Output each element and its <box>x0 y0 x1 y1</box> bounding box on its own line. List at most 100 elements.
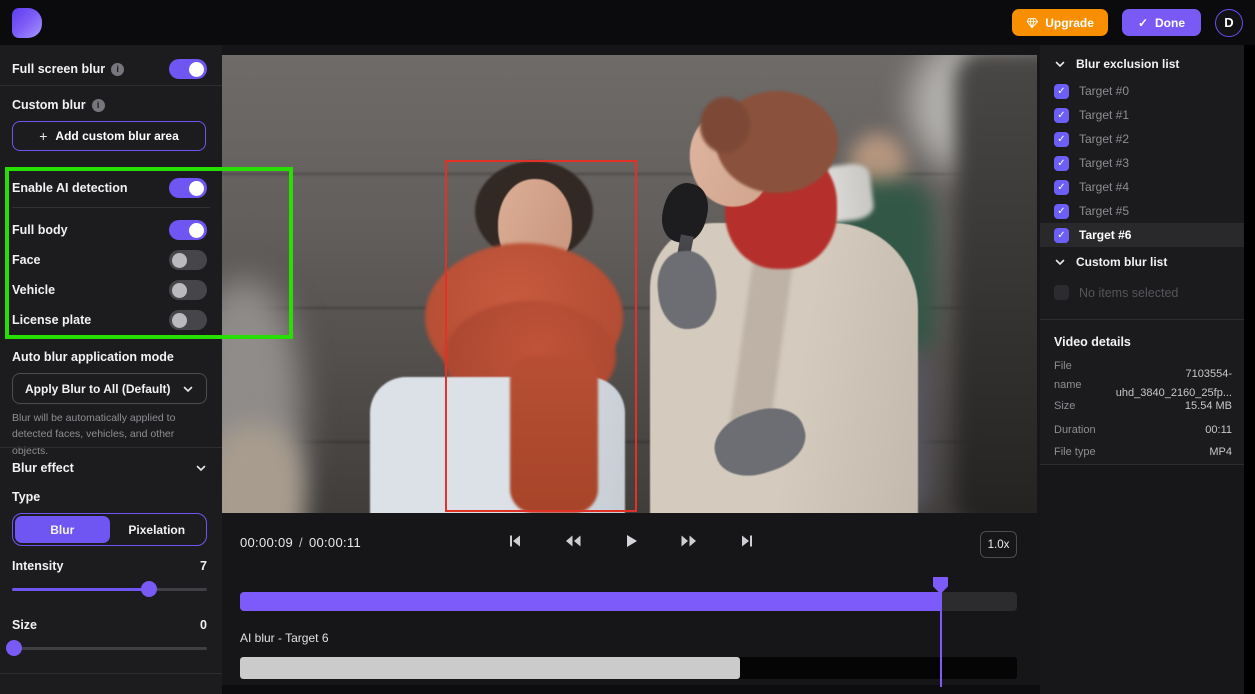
full-body-toggle[interactable] <box>169 220 207 240</box>
target-row-0[interactable]: ✓ Target #0 <box>1040 79 1244 103</box>
left-settings-panel: Full screen blur i Custom blur i + Add c… <box>0 45 222 694</box>
target-2-label: Target #2 <box>1079 132 1129 146</box>
enable-ai-detection-label: Enable AI detection <box>12 181 128 195</box>
total-time: 00:00:11 <box>309 535 361 550</box>
chevron-down-icon <box>1054 256 1066 268</box>
divider <box>0 673 222 674</box>
timeline-progress-bar[interactable] <box>240 592 1017 611</box>
target-0-checkbox[interactable]: ✓ <box>1054 84 1069 99</box>
file-type-value: MP4 <box>1209 443 1232 462</box>
license-plate-toggle[interactable] <box>169 310 207 330</box>
auto-blur-mode-dropdown[interactable]: Apply Blur to All (Default) <box>12 373 207 404</box>
target-6-label: Target #6 <box>1079 228 1131 242</box>
auto-blur-mode-selected: Apply Blur to All (Default) <box>25 382 171 396</box>
chevron-down-icon <box>195 462 207 474</box>
file-name-row: File name 7103554-uhd_3840_2160_25fp... <box>1054 357 1232 402</box>
blur-option[interactable]: Blur <box>15 516 110 543</box>
face-toggle[interactable] <box>169 250 207 270</box>
player-area: 00:00:09/00:00:11 1.0x AI blur - Target <box>222 45 1040 694</box>
target-row-1[interactable]: ✓ Target #1 <box>1040 103 1244 127</box>
playback-controls: 00:00:09/00:00:11 1.0x <box>222 525 1040 565</box>
app-logo[interactable] <box>12 8 42 38</box>
target-5-label: Target #5 <box>1079 204 1129 218</box>
target-3-label: Target #3 <box>1079 156 1129 170</box>
custom-blur-list-header[interactable]: Custom blur list <box>1054 255 1167 269</box>
skip-end-button[interactable] <box>737 531 757 551</box>
file-name-label: File name <box>1054 357 1100 394</box>
divider <box>1040 319 1244 320</box>
full-screen-blur-toggle[interactable] <box>169 59 207 79</box>
intensity-slider[interactable] <box>12 581 207 597</box>
size-label: Size <box>12 618 37 632</box>
skip-start-button[interactable] <box>505 531 525 551</box>
pixelation-option[interactable]: Pixelation <box>110 516 205 543</box>
rewind-button[interactable] <box>562 531 584 551</box>
size-value: 15.54 MB <box>1185 397 1232 416</box>
user-avatar[interactable]: D <box>1215 9 1243 37</box>
divider <box>0 447 222 448</box>
target-row-5[interactable]: ✓ Target #5 <box>1040 199 1244 223</box>
full-body-label: Full body <box>12 223 68 237</box>
target-row-2[interactable]: ✓ Target #2 <box>1040 127 1244 151</box>
blur-exclusion-list-header[interactable]: Blur exclusion list <box>1054 57 1179 71</box>
full-body-row: Full body <box>12 215 207 245</box>
target-1-checkbox[interactable]: ✓ <box>1054 108 1069 123</box>
vehicle-row: Vehicle <box>12 275 207 305</box>
fast-forward-button[interactable] <box>678 531 700 551</box>
empty-checkbox[interactable] <box>1054 285 1069 300</box>
enable-ai-detection-row: Enable AI detection <box>12 173 207 203</box>
blur-track-active-segment[interactable] <box>240 657 740 679</box>
video-frame[interactable] <box>222 55 1037 513</box>
top-bar: Upgrade ✓ Done D <box>0 0 1255 45</box>
video-details-header: Video details <box>1054 335 1131 349</box>
info-icon[interactable]: i <box>111 63 124 76</box>
size-row: Size 15.54 MB <box>1054 397 1232 416</box>
timeline-progress-fill <box>240 592 940 611</box>
playback-speed-button[interactable]: 1.0x <box>980 531 1017 558</box>
vehicle-toggle[interactable] <box>169 280 207 300</box>
size-label: Size <box>1054 397 1075 416</box>
info-icon[interactable]: i <box>92 99 105 112</box>
detection-box-target[interactable] <box>445 160 637 512</box>
face-label: Face <box>12 253 41 267</box>
target-3-checkbox[interactable]: ✓ <box>1054 156 1069 171</box>
intensity-label: Intensity <box>12 559 63 573</box>
upgrade-label: Upgrade <box>1045 16 1094 30</box>
add-custom-blur-area-button[interactable]: + Add custom blur area <box>12 121 206 151</box>
size-slider-thumb[interactable] <box>6 640 22 656</box>
done-button[interactable]: ✓ Done <box>1122 9 1201 36</box>
enable-ai-detection-toggle[interactable] <box>169 178 207 198</box>
file-type-label: File type <box>1054 443 1096 462</box>
divider <box>0 85 222 86</box>
size-value: 0 <box>200 618 207 632</box>
custom-blur-empty-row: No items selected <box>1054 285 1178 300</box>
blur-effect-header[interactable]: Blur effect <box>12 458 207 478</box>
target-4-checkbox[interactable]: ✓ <box>1054 180 1069 195</box>
target-row-4[interactable]: ✓ Target #4 <box>1040 175 1244 199</box>
intensity-slider-thumb[interactable] <box>141 581 157 597</box>
upgrade-button[interactable]: Upgrade <box>1012 9 1108 36</box>
target-0-label: Target #0 <box>1079 84 1129 98</box>
interviewer-hair-front <box>700 97 750 153</box>
duration-label: Duration <box>1054 421 1096 440</box>
size-slider[interactable] <box>6 640 207 656</box>
fast-forward-icon <box>680 533 698 549</box>
skip-end-icon <box>739 533 755 549</box>
auto-blur-help-text: Blur will be automatically applied to de… <box>12 410 209 459</box>
chevron-down-icon <box>182 383 194 395</box>
blur-type-segmented-control: Blur Pixelation <box>12 513 207 546</box>
play-icon <box>623 533 639 549</box>
target-5-checkbox[interactable]: ✓ <box>1054 204 1069 219</box>
bottom-strip <box>222 685 1040 694</box>
license-plate-label: License plate <box>12 313 91 327</box>
play-button[interactable] <box>621 531 641 551</box>
target-6-checkbox[interactable]: ✓ <box>1054 228 1069 243</box>
target-row-3[interactable]: ✓ Target #3 <box>1040 151 1244 175</box>
duration-value: 00:11 <box>1205 421 1232 440</box>
blur-track[interactable] <box>240 657 1017 679</box>
target-2-checkbox[interactable]: ✓ <box>1054 132 1069 147</box>
custom-blur-label: Custom blur i <box>12 98 105 112</box>
target-row-6[interactable]: ✓ Target #6 <box>1040 223 1244 247</box>
file-name-value: 7103554-uhd_3840_2160_25fp... <box>1100 357 1232 402</box>
auto-blur-mode-label: Auto blur application mode <box>12 350 174 364</box>
